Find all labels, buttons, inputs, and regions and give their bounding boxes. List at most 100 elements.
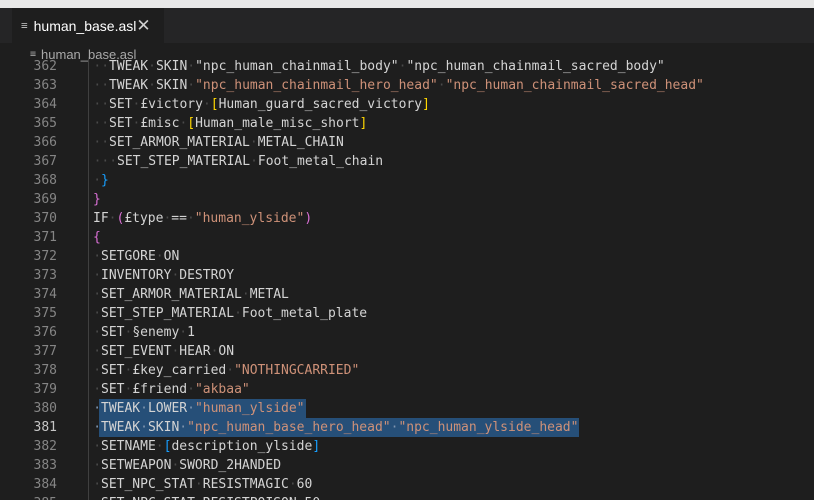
indent-whitespace: · [93,458,102,473]
indent-guide [88,76,89,95]
code-text: SET·£misc·[Human_male_misc_short] [109,116,368,131]
code-text: SET·§enemy·1 [101,325,195,340]
code-line[interactable]: 363 TWEAK·SKIN·"npc_human_chainmail_hero_… [0,76,814,95]
indent-guide [88,57,89,76]
line-number: 376 [33,325,57,340]
line-number: 363 [33,78,57,93]
indent-guide [88,437,89,456]
code-text: { [93,230,101,245]
code-line[interactable]: 383 SETWEAPON·SWORD_2HANDED · [0,456,814,475]
line-number: 381 [33,420,57,435]
indent-guide [88,285,89,304]
indent-whitespace: ·· [93,97,110,112]
indent-guide [88,95,89,114]
indent-whitespace: · [93,363,102,378]
code-text: TWEAK·SKIN·"npc_human_chainmail_body"·"n… [109,59,665,74]
indent-guide [88,361,89,380]
indent-whitespace: · [93,401,102,416]
code-line[interactable]: 379 SET·£friend·"akbaa" · [0,380,814,399]
indent-guide [88,380,89,399]
code-line[interactable]: 375 SET_STEP_MATERIAL·Foot_metal_plate · [0,304,814,323]
code-text: SET_NPC_STAT·RESISTPOISON·50 [101,494,320,500]
line-number: 377 [33,344,57,359]
line-number: 371 [33,230,57,245]
line-number: 374 [33,287,57,302]
line-number: 373 [33,268,57,283]
indent-guide [88,133,89,152]
code-text: SETNAME·[description_ylside] [101,439,321,454]
code-text: SETGORE·ON [101,249,180,264]
code-line[interactable]: 366 SET_ARMOR_MATERIAL·METAL_CHAIN ·· [0,133,814,152]
code-text: IF·(£type·==·"human_ylside") [93,211,313,226]
code-line[interactable]: 367 SET_STEP_MATERIAL·Foot_metal_chain ··· [0,152,814,171]
code-line[interactable]: 373 INVENTORY·DESTROY · [0,266,814,285]
code-line[interactable]: 370 IF·(£type·==·"human_ylside") [0,209,814,228]
line-number: 368 [33,173,57,188]
code-text: SET_ARMOR_MATERIAL·METAL_CHAIN [109,135,344,150]
code-editor[interactable]: 362 TWEAK·SKIN·"npc_human_chainmail_body"… [0,57,814,500]
code-line[interactable]: 385 SET_NPC_STAT·RESISTPOISON·50· [0,494,814,500]
code-text: SET·£key_carried·"NOTHINGCARRIED" [101,363,360,378]
line-number: 382 [33,439,57,454]
code-line[interactable]: 378 SET·£key_carried·"NOTHINGCARRIED" · [0,361,814,380]
code-text: TWEAK·SKIN·"npc_human_chainmail_hero_hea… [109,78,704,93]
indent-guide [88,475,89,494]
indent-guide [88,323,89,342]
indent-guide [88,190,89,209]
code-line[interactable]: 369} [0,190,814,209]
line-number: 362 [33,59,57,74]
indent-guide [88,114,89,133]
code-text: SET_ARMOR_MATERIAL·METAL [101,287,289,302]
indent-whitespace: · [93,494,101,500]
code-line[interactable]: 381 TWEAK·SKIN·"npc_human_base_hero_head"… [0,418,814,437]
tab-title: human_base.asl [33,17,137,34]
editor-tab[interactable]: ≡ human_base.asl ✕ [12,8,164,43]
window-top-strip [0,0,814,8]
indent-whitespace: · [93,249,102,264]
code-line[interactable]: 365 SET·£misc·[Human_male_misc_short] ·· [0,114,814,133]
indent-whitespace: ··· [93,154,118,169]
code-line[interactable]: 374 SET_ARMOR_MATERIAL·METAL · [0,285,814,304]
line-number: 367 [33,154,57,169]
code-text: TWEAK·SKIN·"npc_human_base_hero_head"·"n… [101,420,579,435]
line-number: 378 [33,363,57,378]
indent-whitespace: ·· [93,59,110,74]
indent-guide [88,228,89,247]
code-text: } [93,192,101,207]
code-line[interactable]: 380 TWEAK·LOWER·"human_ylside" · [0,399,814,418]
code-line[interactable]: 376 SET·§enemy·1 · [0,323,814,342]
line-number: 364 [33,97,57,112]
code-text: SET_STEP_MATERIAL·Foot_metal_plate [101,306,368,321]
code-line[interactable]: 368} · [0,171,814,190]
indent-whitespace: · [93,287,102,302]
indent-guide [88,171,89,190]
code-line[interactable]: 384 SET_NPC_STAT·RESISTMAGIC·60 · [0,475,814,494]
code-text: SET_EVENT·HEAR·ON [101,344,235,359]
line-number: 375 [33,306,57,321]
line-number: 372 [33,249,57,264]
line-number: 366 [33,135,57,150]
indent-guide [88,266,89,285]
code-text: SET_STEP_MATERIAL·Foot_metal_chain [117,154,384,169]
indent-guide [88,418,89,437]
indent-guide [88,209,89,228]
indent-guide [88,152,89,171]
indent-guide [88,456,89,475]
code-text: SET·£victory·[Human_guard_sacred_victory… [109,97,430,112]
code-line[interactable]: 364 SET·£victory·[Human_guard_sacred_vict… [0,95,814,114]
indent-whitespace: · [93,477,102,492]
indent-whitespace: · [93,382,102,397]
code-line[interactable]: 372 SETGORE·ON · [0,247,814,266]
indent-guide [88,399,89,418]
indent-guide [88,304,89,323]
lines-icon: ≡ [21,19,28,32]
indent-whitespace: ·· [93,78,110,93]
code-text: SET·£friend·"akbaa" [101,382,250,397]
code-line[interactable]: 382 SETNAME·[description_ylside] · [0,437,814,456]
code-line[interactable]: 377 SET_EVENT·HEAR·ON · [0,342,814,361]
code-text: SETWEAPON·SWORD_2HANDED [101,458,282,473]
line-number: 384 [33,477,57,492]
code-line[interactable]: 362 TWEAK·SKIN·"npc_human_chainmail_body"… [0,57,814,76]
close-icon[interactable]: ✕ [136,16,150,36]
code-line[interactable]: 371 { [0,228,814,247]
